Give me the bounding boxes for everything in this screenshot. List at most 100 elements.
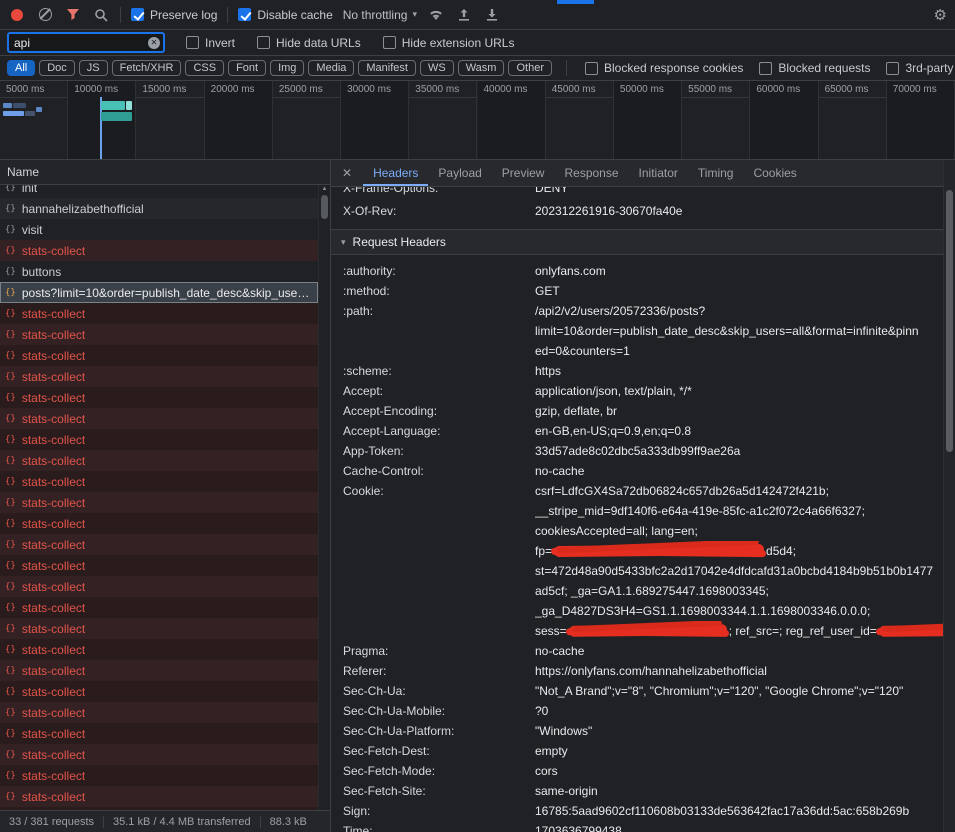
timeline-column: 55000 ms (682, 81, 750, 159)
timeline-overview[interactable]: 5000 ms10000 ms15000 ms20000 ms25000 ms3… (0, 81, 955, 160)
details-scrollbar[interactable] (943, 160, 955, 832)
request-row[interactable]: {}stats-collect (0, 534, 318, 555)
request-row[interactable]: {}stats-collect (0, 450, 318, 471)
request-row[interactable]: {}stats-collect (0, 240, 318, 261)
request-row[interactable]: {}stats-collect (0, 744, 318, 765)
requests-scrollbar[interactable]: ▲ (318, 185, 330, 810)
request-row[interactable]: {}stats-collect (0, 366, 318, 387)
header-name: Referer: (343, 661, 535, 681)
request-row[interactable]: {}init (0, 185, 318, 198)
request-row[interactable]: {}stats-collect (0, 345, 318, 366)
tab-preview[interactable]: Preview (492, 160, 555, 186)
export-har-button[interactable] (483, 6, 501, 24)
request-row[interactable]: {}stats-collect (0, 597, 318, 618)
filter-pill-all[interactable]: All (7, 60, 35, 76)
checkbox-box[interactable] (383, 36, 396, 49)
filter-pill-css[interactable]: CSS (185, 60, 224, 76)
hide-data-urls-checkbox[interactable]: Hide data URLs (257, 36, 361, 50)
request-name: stats-collect (22, 244, 85, 258)
checkbox-box[interactable] (238, 8, 251, 21)
checkbox-label: Preserve log (150, 8, 217, 22)
scrollbar-thumb[interactable] (321, 195, 328, 219)
filter-pill-fetch-xhr[interactable]: Fetch/XHR (112, 60, 182, 76)
request-row[interactable]: {}stats-collect (0, 492, 318, 513)
request-row[interactable]: {}posts?limit=10&order=publish_date_desc… (0, 282, 318, 303)
clear-button[interactable] (36, 6, 54, 24)
request-headers-section-header[interactable]: ▾ Request Headers (331, 229, 943, 255)
filter-pill-ws[interactable]: WS (420, 60, 454, 76)
timeline-activity-bar (36, 107, 42, 112)
throttling-dropdown[interactable]: No throttling ▾ (343, 8, 417, 22)
filter-pill-doc[interactable]: Doc (39, 60, 75, 76)
redaction-scribble (554, 544, 764, 557)
checkbox-box[interactable] (886, 62, 899, 75)
timeline-label: 15000 ms (142, 84, 186, 95)
request-row[interactable]: {}stats-collect (0, 513, 318, 534)
tab-payload[interactable]: Payload (428, 160, 491, 186)
request-row[interactable]: {}stats-collect (0, 639, 318, 660)
invert-checkbox[interactable]: Invert (186, 36, 235, 50)
blocked-requests-checkbox[interactable]: Blocked requests (759, 61, 870, 75)
clear-filter-icon[interactable]: ✕ (148, 37, 160, 49)
tab-headers[interactable]: Headers (363, 160, 428, 186)
request-row[interactable]: {}stats-collect (0, 387, 318, 408)
scrollbar-thumb[interactable] (946, 190, 953, 452)
request-row[interactable]: {}stats-collect (0, 429, 318, 450)
third-party-requests-checkbox[interactable]: 3rd-party requests (886, 61, 955, 75)
filter-pill-font[interactable]: Font (228, 60, 266, 76)
checkbox-box[interactable] (186, 36, 199, 49)
request-row[interactable]: {}stats-collect (0, 681, 318, 702)
request-row[interactable]: {}stats-collect (0, 660, 318, 681)
tab-response[interactable]: Response (554, 160, 628, 186)
request-row[interactable]: {}stats-collect (0, 786, 318, 807)
request-type-icon: {} (5, 666, 16, 676)
scroll-up-icon[interactable]: ▲ (319, 186, 330, 192)
tab-initiator[interactable]: Initiator (629, 160, 688, 186)
request-type-icon: {} (5, 288, 16, 298)
preserve-log-checkbox[interactable]: Preserve log (131, 8, 217, 22)
request-row[interactable]: {}hannahelizabethofficial (0, 198, 318, 219)
filter-pill-other[interactable]: Other (508, 60, 552, 76)
network-conditions-button[interactable] (427, 6, 445, 24)
request-row[interactable]: {}visit (0, 219, 318, 240)
filter-input-box[interactable]: ✕ (8, 33, 164, 52)
disable-cache-checkbox[interactable]: Disable cache (238, 8, 332, 22)
header-name: :method: (343, 281, 535, 301)
import-har-button[interactable] (455, 6, 473, 24)
request-row[interactable]: {}stats-collect (0, 765, 318, 786)
record-button[interactable] (8, 6, 26, 24)
checkbox-box[interactable] (759, 62, 772, 75)
filter-pill-img[interactable]: Img (270, 60, 304, 76)
request-row[interactable]: {}stats-collect (0, 618, 318, 639)
filter-pill-js[interactable]: JS (79, 60, 108, 76)
name-column-header[interactable]: Name (0, 160, 330, 185)
header-name: Sec-Fetch-Mode: (343, 761, 535, 781)
request-row[interactable]: {}stats-collect (0, 702, 318, 723)
request-row[interactable]: {}stats-collect (0, 576, 318, 597)
header-value: 1703636799438 (535, 821, 943, 832)
search-button[interactable] (92, 6, 110, 24)
filter-pill-media[interactable]: Media (308, 60, 354, 76)
tab-cookies[interactable]: Cookies (743, 160, 806, 186)
hide-extension-urls-checkbox[interactable]: Hide extension URLs (383, 36, 515, 50)
filter-toggle-button[interactable] (64, 6, 82, 24)
checkbox-box[interactable] (257, 36, 270, 49)
checkbox-box[interactable] (131, 8, 144, 21)
blocked-response-cookies-checkbox[interactable]: Blocked response cookies (585, 61, 743, 75)
filter-input[interactable] (12, 36, 148, 50)
request-row[interactable]: {}stats-collect (0, 408, 318, 429)
close-icon[interactable]: ✕ (331, 160, 363, 186)
request-row[interactable]: {}stats-collect (0, 303, 318, 324)
gear-icon[interactable]: ⚙ (934, 6, 947, 24)
request-row[interactable]: {}stats-collect (0, 555, 318, 576)
timeline-column: 40000 ms (478, 81, 546, 159)
filter-pill-manifest[interactable]: Manifest (358, 60, 416, 76)
request-row[interactable]: {}stats-collect (0, 723, 318, 744)
checkbox-box[interactable] (585, 62, 598, 75)
request-row[interactable]: {}buttons (0, 261, 318, 282)
filter-pill-wasm[interactable]: Wasm (458, 60, 505, 76)
tab-timing[interactable]: Timing (688, 160, 744, 186)
request-row[interactable]: {}stats-collect (0, 471, 318, 492)
request-row[interactable]: {}stats-collect (0, 324, 318, 345)
header-value: gzip, deflate, br (535, 401, 943, 421)
